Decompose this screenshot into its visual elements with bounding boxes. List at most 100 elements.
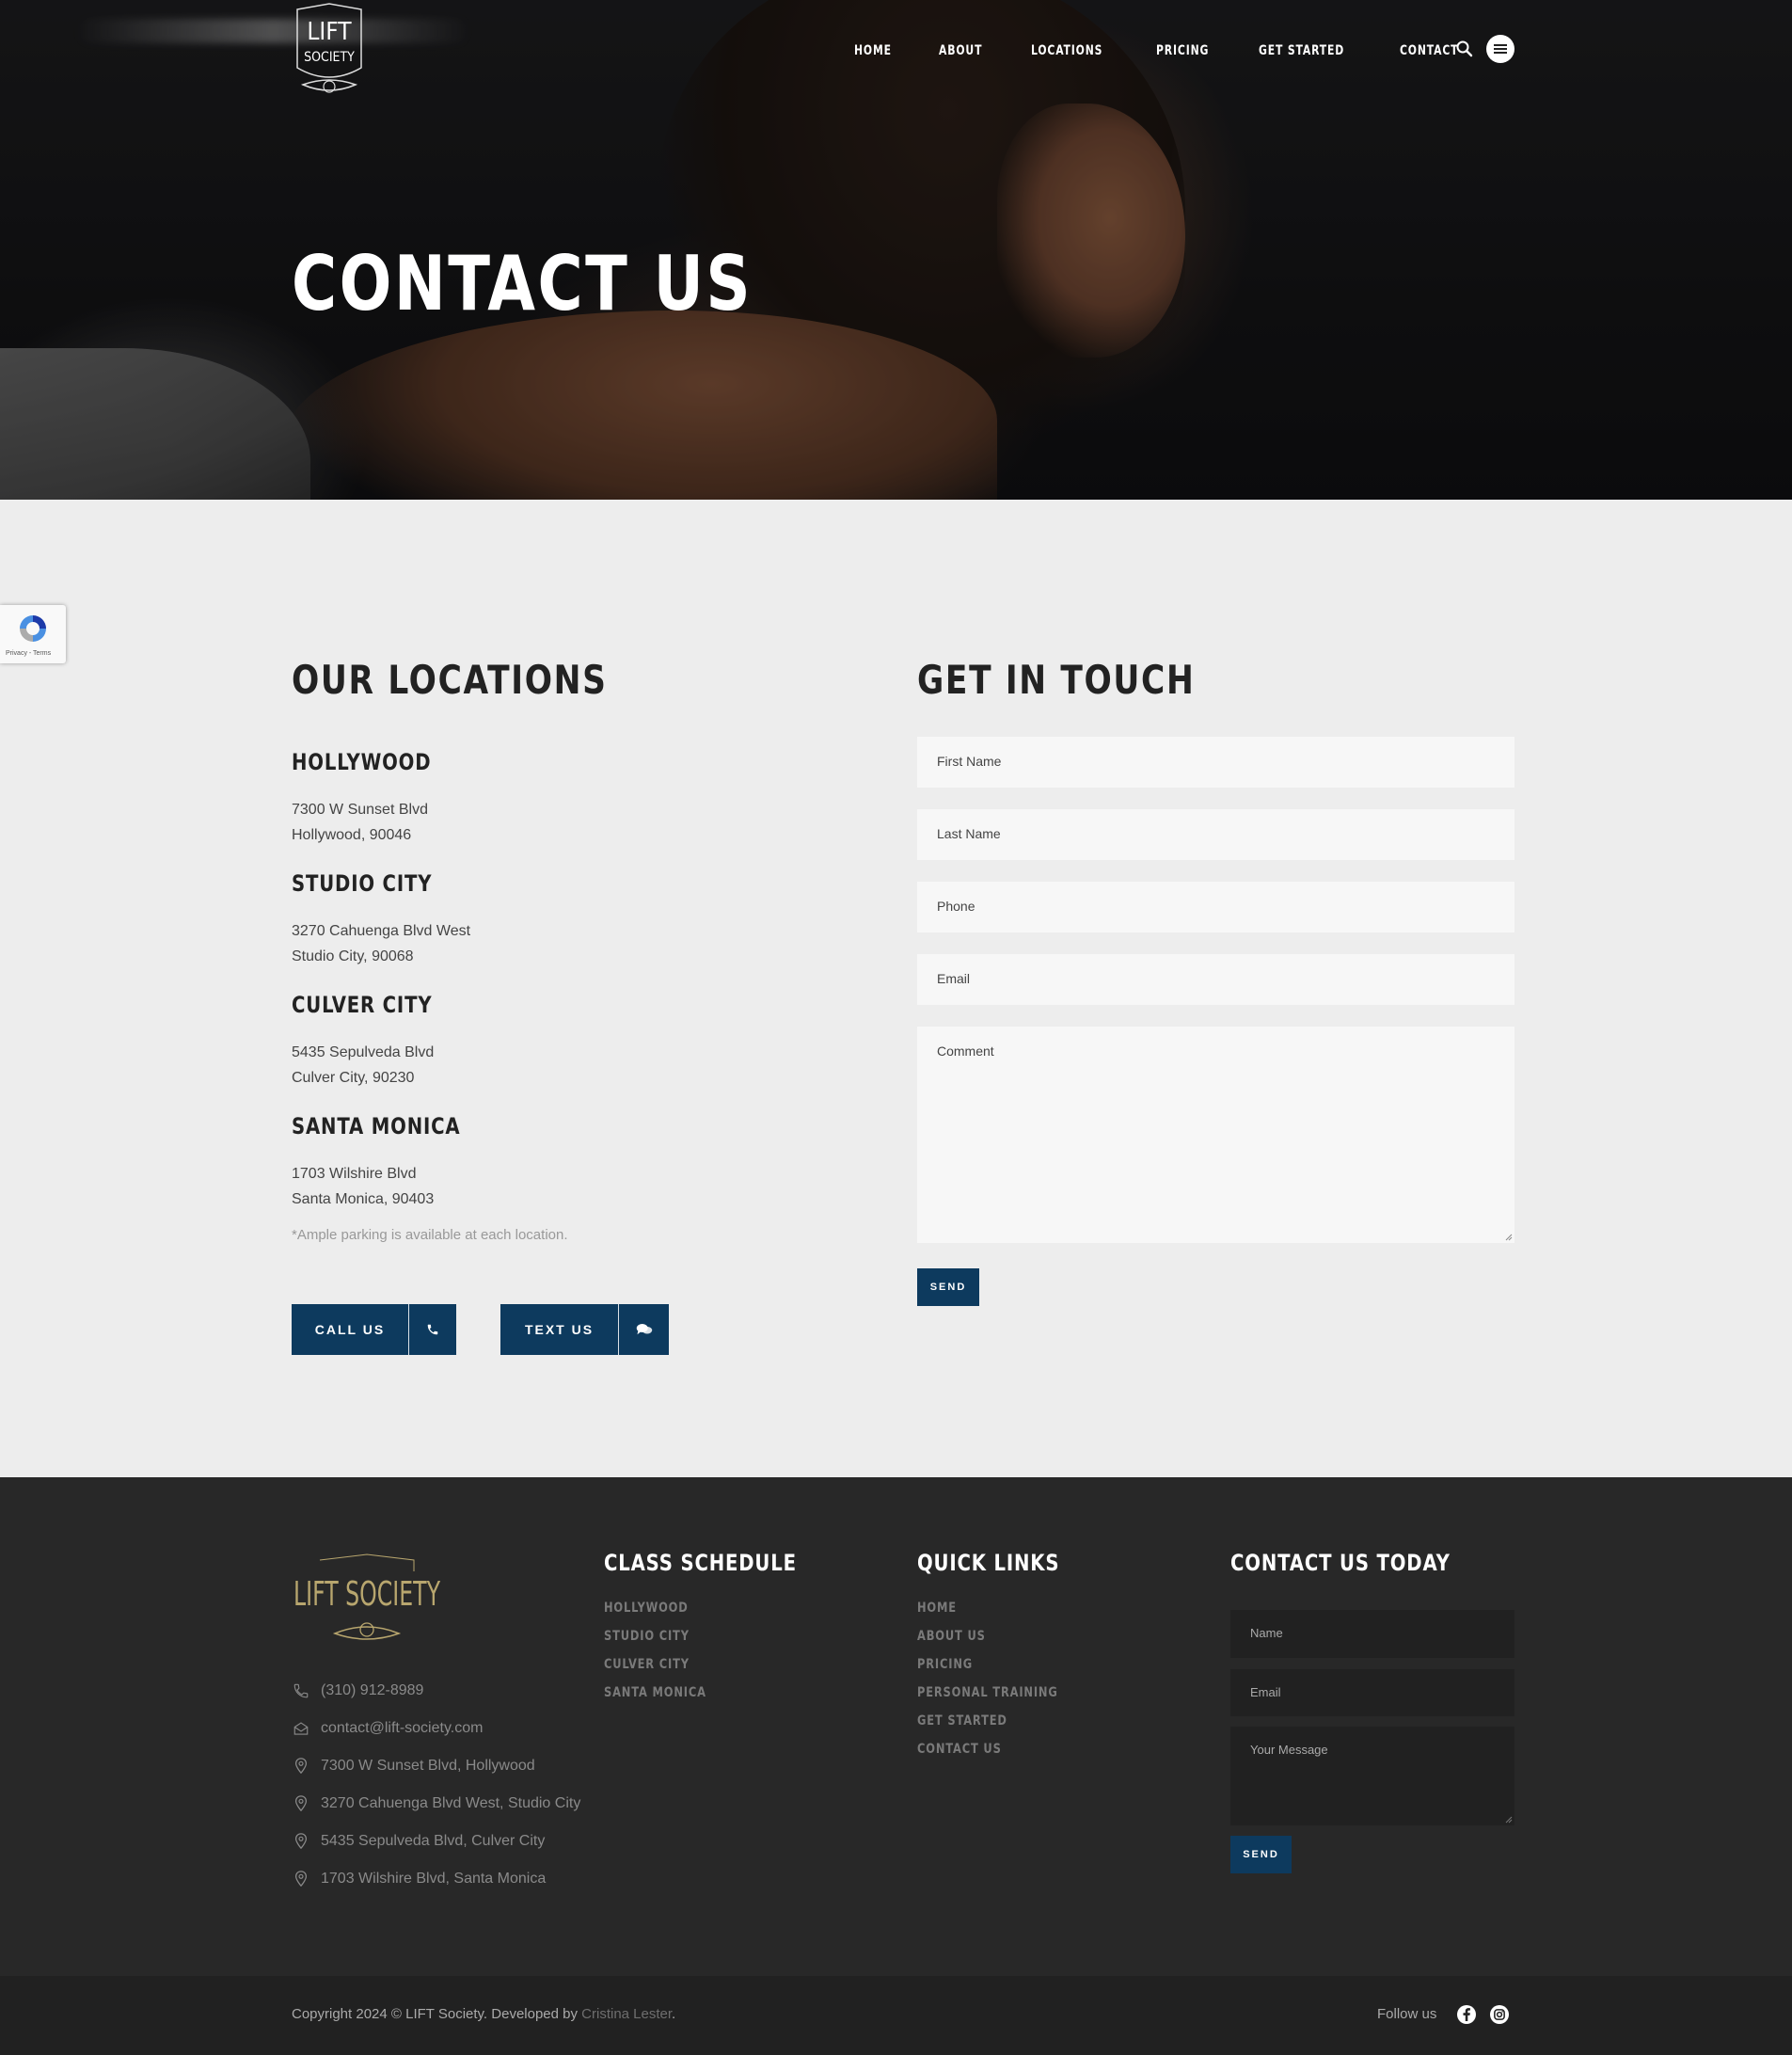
nav-item-pricing[interactable]: PRICING: [1156, 43, 1209, 58]
page-title: CONTACT US: [292, 240, 753, 327]
envelope-icon: [292, 1719, 310, 1738]
call-us-button[interactable]: CALL US: [292, 1304, 456, 1355]
main-nav: HOME ABOUT LOCATIONS PRICING GET STARTED…: [854, 41, 1510, 60]
location-name-studio-city: STUDIO CITY: [292, 870, 433, 897]
schedule-link-santa-monica[interactable]: SANTA MONICA: [604, 1686, 706, 1699]
search-icon[interactable]: [1454, 39, 1475, 59]
footer-send-button[interactable]: SEND: [1230, 1836, 1292, 1873]
first-name-field[interactable]: First Name: [917, 737, 1514, 788]
footer-name-placeholder: Name: [1250, 1626, 1283, 1640]
schedule-link-culver-city[interactable]: CULVER CITY: [604, 1658, 690, 1671]
location-city-studio-city: Studio City, 90068: [292, 948, 414, 964]
footer-email-text: contact@lift-society.com: [321, 1720, 484, 1736]
instagram-icon[interactable]: [1490, 2005, 1509, 2024]
contact-us-today-title: CONTACT US TODAY: [1230, 1550, 1451, 1576]
copyright-period: .: [672, 2006, 676, 2022]
nav-item-about[interactable]: ABOUT: [939, 43, 982, 58]
footer-bottom-bar: [0, 1976, 1792, 2055]
recaptcha-icon: [20, 615, 46, 642]
location-city-culver-city: Culver City, 90230: [292, 1070, 415, 1086]
first-name-placeholder: First Name: [937, 754, 1002, 769]
location-address-santa-monica: 1703 Wilshire Blvd: [292, 1166, 417, 1182]
location-address-culver-city: 5435 Sepulveda Blvd: [292, 1044, 435, 1060]
location-address-studio-city: 3270 Cahuenga Blvd West: [292, 923, 471, 939]
site-logo[interactable]: LIFT SOCIETY: [292, 2, 367, 100]
resize-handle-icon[interactable]: [1505, 1234, 1513, 1241]
send-button[interactable]: SEND: [917, 1268, 979, 1306]
call-us-label: CALL US: [314, 1322, 386, 1337]
footer-logo[interactable]: LIFT SOCIETY: [292, 1553, 442, 1647]
footer-address-hollywood: 7300 W Sunset Blvd, Hollywood: [292, 1757, 535, 1776]
footer-logo-text: LIFT SOCIETY: [293, 1575, 440, 1614]
phone-icon: [292, 1681, 310, 1700]
footer-address-text: 7300 W Sunset Blvd, Hollywood: [321, 1758, 535, 1774]
follow-us-label: Follow us: [1377, 2006, 1437, 2022]
hamburger-menu-icon[interactable]: [1486, 35, 1514, 63]
phone-placeholder: Phone: [937, 899, 975, 914]
location-name-hollywood: HOLLYWOOD: [292, 749, 432, 775]
class-schedule-title: CLASS SCHEDULE: [604, 1550, 797, 1576]
nav-icons: [1454, 35, 1514, 63]
map-pin-icon: [292, 1757, 310, 1776]
schedule-link-studio-city[interactable]: STUDIO CITY: [604, 1630, 690, 1643]
last-name-field[interactable]: Last Name: [917, 809, 1514, 860]
footer-address-santa-monica: 1703 Wilshire Blvd, Santa Monica: [292, 1870, 546, 1888]
footer-address-text: 1703 Wilshire Blvd, Santa Monica: [321, 1871, 547, 1887]
locations-title: OUR LOCATIONS: [292, 657, 608, 703]
get-in-touch-title: GET IN TOUCH: [917, 657, 1196, 703]
quick-link-get-started[interactable]: GET STARTED: [917, 1714, 1007, 1728]
footer: [0, 1477, 1792, 1976]
quick-link-pricing[interactable]: PRICING: [917, 1658, 973, 1671]
nav-item-locations[interactable]: LOCATIONS: [1031, 43, 1102, 58]
last-name-placeholder: Last Name: [937, 826, 1001, 841]
phone-field[interactable]: Phone: [917, 882, 1514, 932]
chat-bubbles-icon: [618, 1304, 669, 1355]
map-pin-icon: [292, 1794, 310, 1813]
logo-line1: LIFT: [307, 18, 352, 46]
footer-address-studio-city: 3270 Cahuenga Blvd West, Studio City: [292, 1794, 580, 1813]
map-pin-icon: [292, 1832, 310, 1851]
footer-email-field[interactable]: Email: [1230, 1669, 1514, 1716]
developer-link[interactable]: Cristina Lester: [581, 2006, 672, 2022]
location-address-hollywood: 7300 W Sunset Blvd: [292, 802, 428, 818]
hero-banner: [0, 0, 1792, 500]
footer-message-field[interactable]: Your Message: [1230, 1727, 1514, 1825]
logo-crest-icon: LIFT SOCIETY: [296, 3, 362, 93]
comment-placeholder: Comment: [937, 1043, 994, 1059]
email-field[interactable]: Email: [917, 954, 1514, 1005]
copyright-text: Copyright 2024 © LIFT Society. Developed…: [292, 2006, 582, 2022]
nav-item-contact[interactable]: CONTACT: [1400, 43, 1458, 58]
nav-item-get-started[interactable]: GET STARTED: [1259, 43, 1344, 58]
quick-link-contact-us[interactable]: CONTACT US: [917, 1743, 1002, 1756]
email-placeholder: Email: [937, 971, 971, 986]
recaptcha-badge[interactable]: Privacy - Terms: [0, 605, 66, 663]
quick-links-title: QUICK LINKS: [917, 1550, 1060, 1576]
logo-line2: SOCIETY: [304, 50, 355, 65]
recaptcha-terms[interactable]: Privacy - Terms: [6, 650, 51, 657]
quick-link-home[interactable]: HOME: [917, 1601, 957, 1615]
location-city-santa-monica: Santa Monica, 90403: [292, 1191, 435, 1207]
footer-phone[interactable]: (310) 912-8989: [292, 1681, 423, 1700]
schedule-link-hollywood[interactable]: HOLLYWOOD: [604, 1601, 689, 1615]
parking-note: *Ample parking is available at each loca…: [292, 1227, 568, 1243]
resize-handle-icon[interactable]: [1505, 1816, 1513, 1824]
facebook-icon[interactable]: [1457, 2005, 1476, 2024]
text-us-button[interactable]: TEXT US: [500, 1304, 669, 1355]
footer-email[interactable]: contact@lift-society.com: [292, 1719, 483, 1738]
location-city-hollywood: Hollywood, 90046: [292, 827, 412, 843]
location-name-santa-monica: SANTA MONICA: [292, 1113, 461, 1139]
footer-phone-text: (310) 912-8989: [321, 1682, 424, 1698]
location-name-culver-city: CULVER CITY: [292, 992, 433, 1018]
map-pin-icon: [292, 1870, 310, 1888]
hero-overlay: [0, 0, 1792, 500]
footer-address-culver-city: 5435 Sepulveda Blvd, Culver City: [292, 1832, 545, 1851]
quick-link-personal-training[interactable]: PERSONAL TRAINING: [917, 1686, 1058, 1699]
comment-field[interactable]: Comment: [917, 1027, 1514, 1243]
quick-link-about-us[interactable]: ABOUT US: [917, 1630, 986, 1643]
nav-item-home[interactable]: HOME: [854, 43, 892, 58]
copyright: Copyright 2024 © LIFT Society. Developed…: [292, 2006, 675, 2022]
footer-email-placeholder: Email: [1250, 1685, 1281, 1699]
footer-message-placeholder: Your Message: [1250, 1743, 1328, 1757]
footer-address-text: 3270 Cahuenga Blvd West, Studio City: [321, 1795, 581, 1811]
footer-name-field[interactable]: Name: [1230, 1610, 1514, 1658]
